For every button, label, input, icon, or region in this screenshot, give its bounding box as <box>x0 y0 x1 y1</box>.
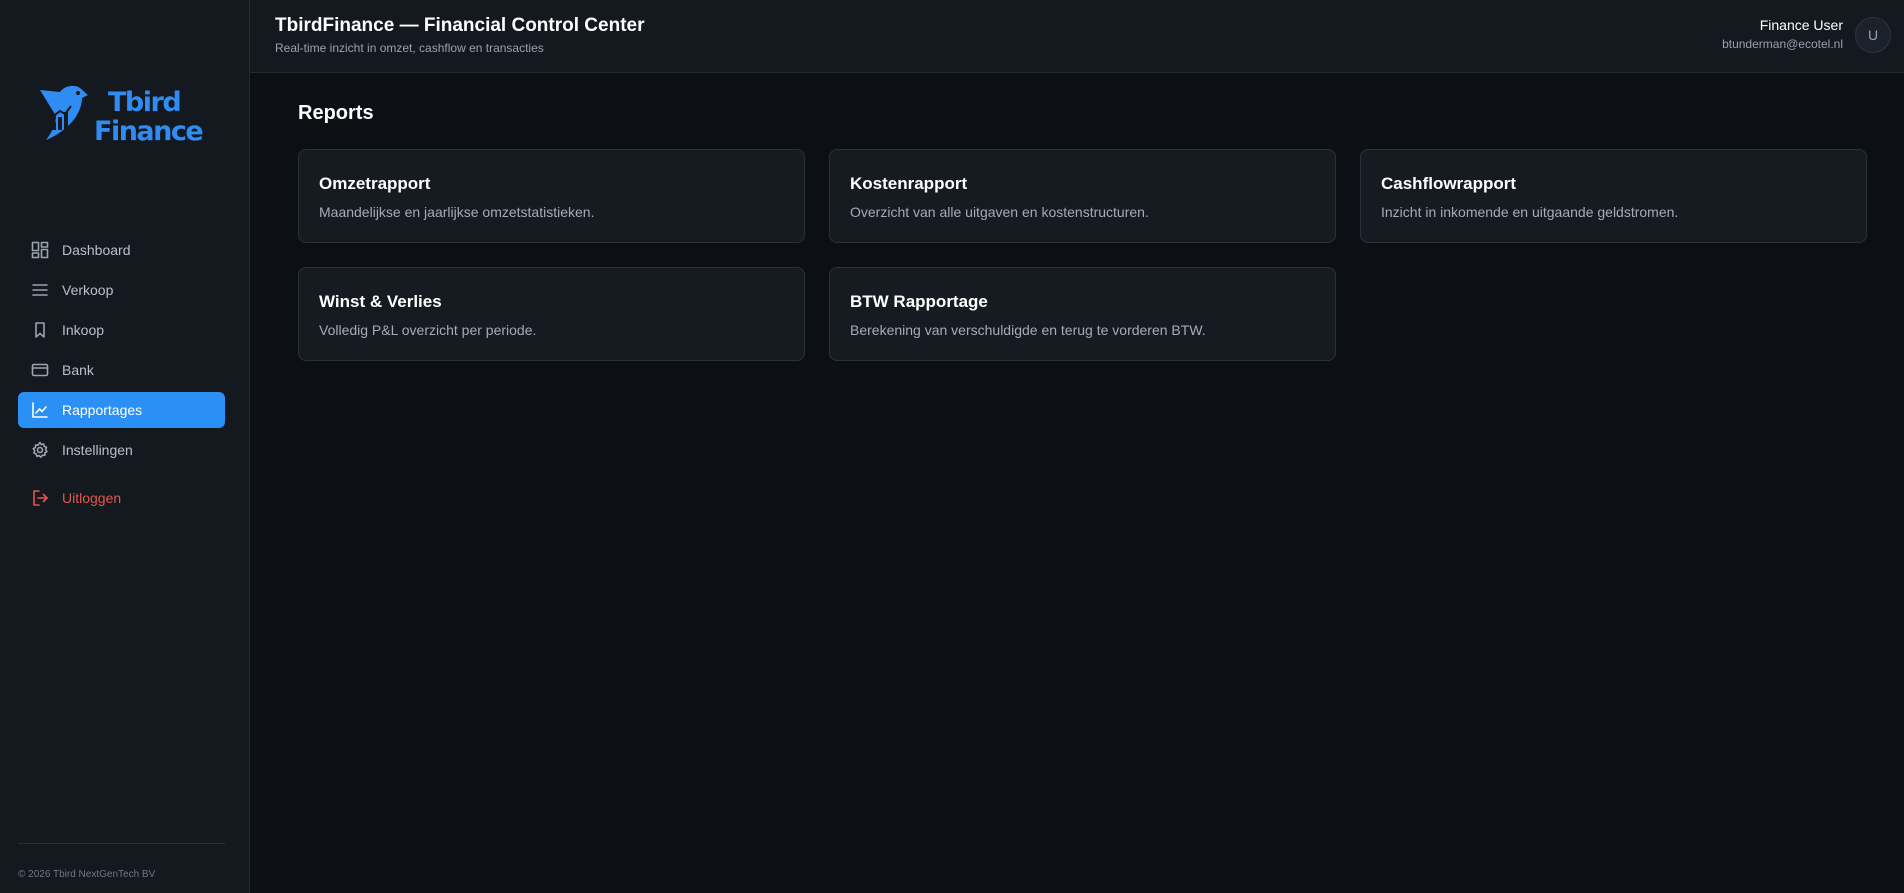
sidebar-item-label: Verkoop <box>62 282 114 298</box>
avatar[interactable]: U <box>1855 17 1891 53</box>
top-bar: TbirdFinance — Financial Control Center … <box>250 0 1904 73</box>
card-description: Inzicht in inkomende en uitgaande geldst… <box>1381 204 1679 220</box>
card-title: Kostenrapport <box>850 174 968 193</box>
sidebar-nav: Dashboard Verkoop Inkoop Bank Rapportage… <box>18 232 225 520</box>
card-description: Volledig P&L overzicht per periode. <box>319 322 537 338</box>
report-card-kostenrapport[interactable]: Kostenrapport Overzicht van alle uitgave… <box>829 149 1336 243</box>
card-title: Cashflowrapport <box>1381 174 1517 193</box>
brand-name: Tbird Finance <box>94 87 204 147</box>
report-card-btw-rapportage[interactable]: BTW Rapportage Berekening van verschuldi… <box>829 267 1336 361</box>
card-title: BTW Rapportage <box>850 292 988 311</box>
sidebar-item-label: Rapportages <box>62 402 143 418</box>
sidebar-item-inkoop[interactable]: Inkoop <box>18 312 225 348</box>
reports-grid: Omzetrapport Maandelijkse en jaarlijkse … <box>298 149 1867 361</box>
sidebar-item-label: Instellingen <box>62 442 133 458</box>
sidebar-item-rapportages[interactable]: Rapportages <box>18 392 225 428</box>
sidebar-item-dashboard[interactable]: Dashboard <box>18 232 225 268</box>
sidebar-item-label: Inkoop <box>62 322 105 338</box>
dashboard-icon <box>30 240 50 260</box>
list-icon <box>30 280 50 300</box>
brand-line-2: Finance <box>94 116 204 147</box>
card-title: Winst & Verlies <box>319 292 442 311</box>
card-title: Omzetrapport <box>319 174 431 193</box>
sidebar-item-bank[interactable]: Bank <box>18 352 225 388</box>
brand-logo[interactable]: Tbird Finance <box>38 84 204 150</box>
sidebar-item-verkoop[interactable]: Verkoop <box>18 272 225 308</box>
sidebar: Tbird Finance Dashboard Verkoop Inkoop B… <box>0 0 250 893</box>
main-area: TbirdFinance — Financial Control Center … <box>250 0 1904 893</box>
report-card-cashflowrapport[interactable]: Cashflowrapport Inzicht in inkomende en … <box>1360 149 1867 243</box>
copyright-text: © 2026 Tbird NextGenTech BV <box>18 869 156 880</box>
user-name: Finance User <box>1759 17 1843 33</box>
sidebar-item-label: Dashboard <box>62 242 131 258</box>
card-description: Overzicht van alle uitgaven en kostenstr… <box>850 204 1149 220</box>
credit-card-icon <box>30 360 50 380</box>
app-subtitle: Real-time inzicht in omzet, cashflow en … <box>275 41 544 55</box>
logout-label: Uitloggen <box>62 490 122 506</box>
logout-icon <box>30 488 50 508</box>
gear-icon <box>30 440 50 460</box>
chart-line-icon <box>30 400 50 420</box>
app-title: TbirdFinance — Financial Control Center <box>275 15 645 36</box>
user-info: Finance User btunderman@ecotel.nl <box>1722 17 1843 51</box>
bookmark-icon <box>30 320 50 340</box>
page-title: Reports <box>298 102 374 124</box>
sidebar-item-instellingen[interactable]: Instellingen <box>18 432 225 468</box>
reports-content: Reports Omzetrapport Maandelijkse en jaa… <box>250 73 1904 361</box>
sidebar-divider <box>18 843 225 844</box>
bird-logo-icon <box>40 85 88 140</box>
app-root: Tbird Finance Dashboard Verkoop Inkoop B… <box>0 0 1904 893</box>
card-description: Maandelijkse en jaarlijkse omzetstatisti… <box>319 204 595 220</box>
report-card-omzetrapport[interactable]: Omzetrapport Maandelijkse en jaarlijkse … <box>298 149 805 243</box>
card-description: Berekening van verschuldigde en terug te… <box>850 322 1206 338</box>
user-email: btunderman@ecotel.nl <box>1722 37 1843 51</box>
brand-line-1: Tbird <box>108 87 182 118</box>
logout-button[interactable]: Uitloggen <box>18 480 225 516</box>
sidebar-item-label: Bank <box>62 362 94 378</box>
report-card-winst-verlies[interactable]: Winst & Verlies Volledig P&L overzicht p… <box>298 267 805 361</box>
